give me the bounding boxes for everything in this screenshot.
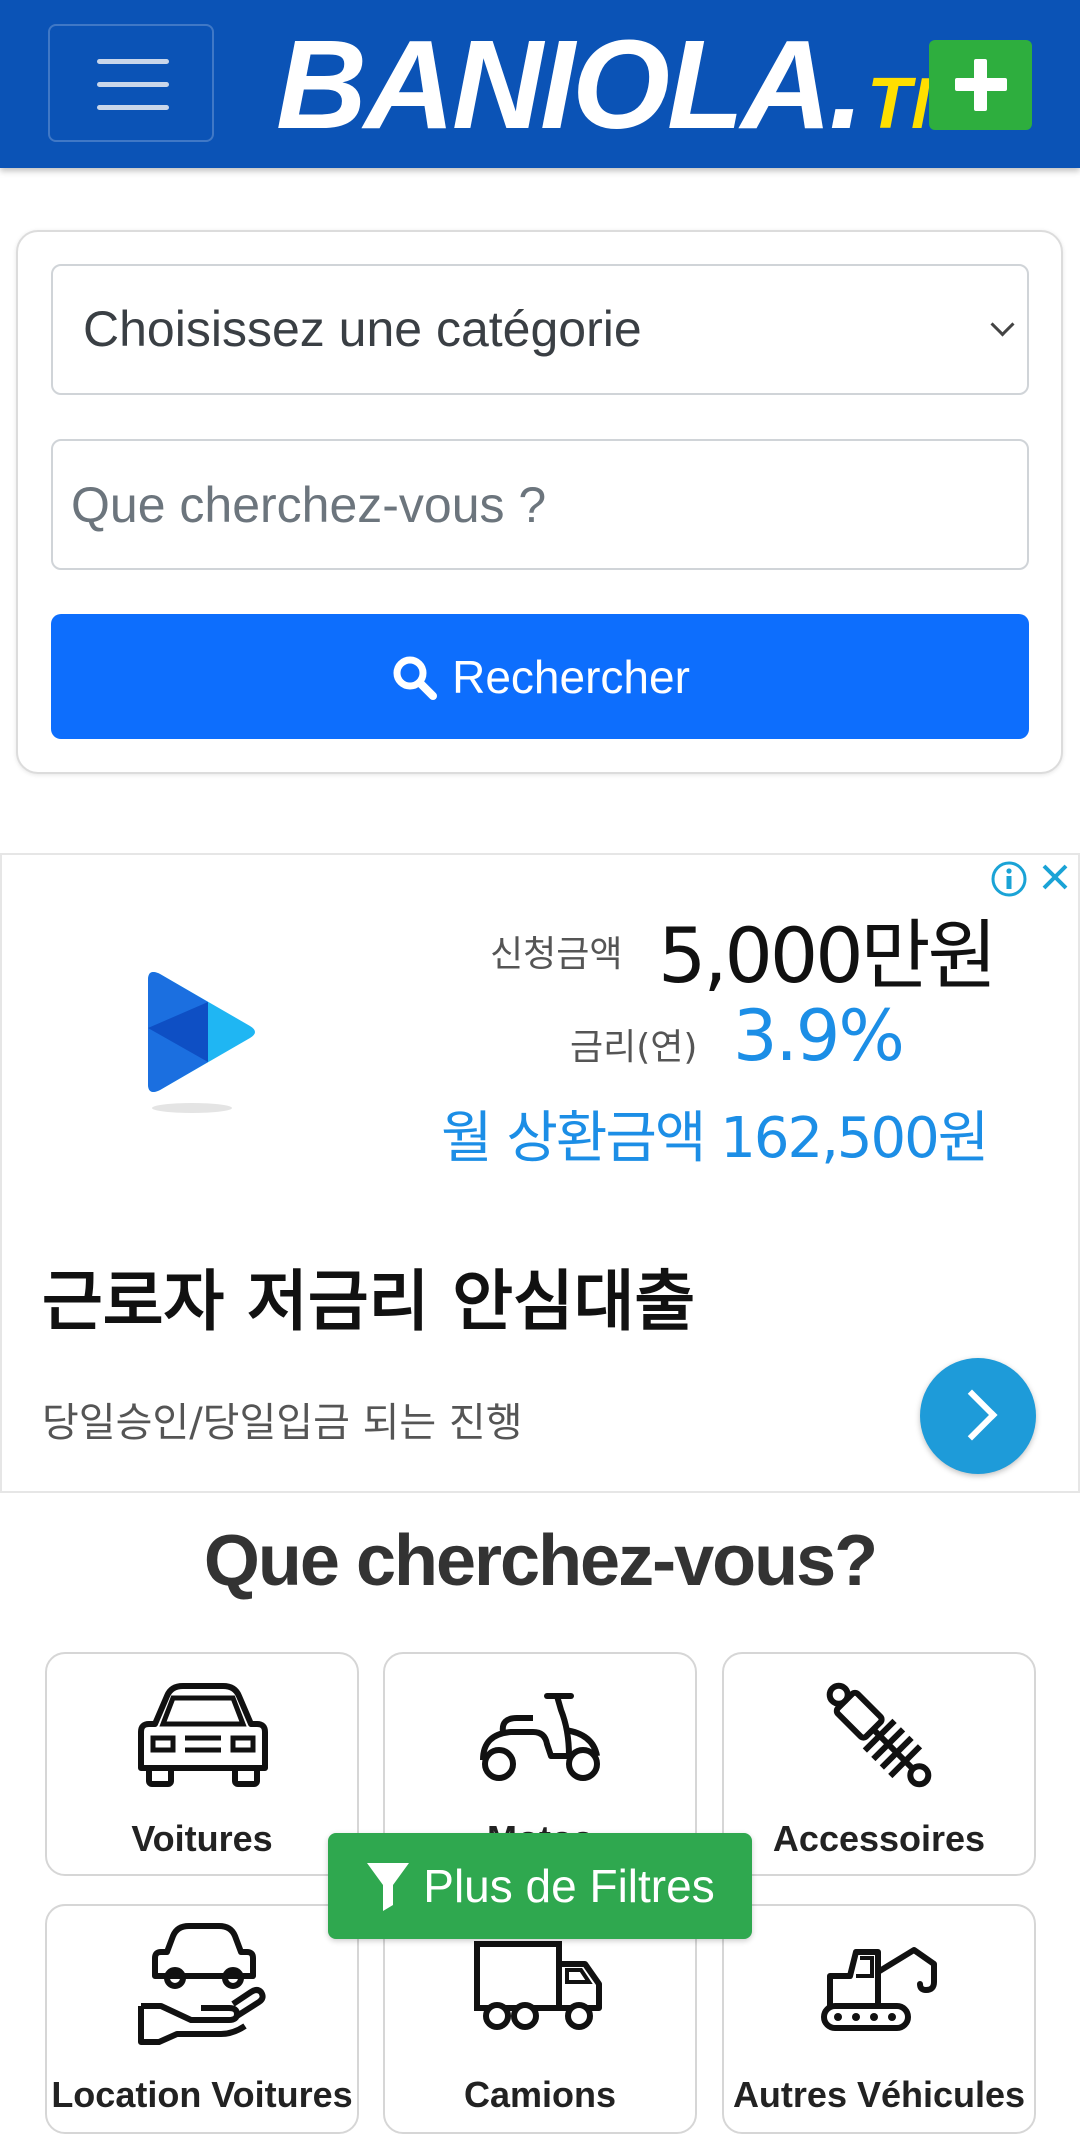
truck-icon	[474, 1941, 602, 2030]
section-title: Que cherchez-vous?	[203, 1521, 878, 1601]
ad-close-icon[interactable]	[1038, 860, 1072, 894]
menu-icon-bar	[97, 82, 169, 87]
ad-open-button[interactable]	[920, 1358, 1036, 1474]
category-label: Accessoires	[772, 1818, 986, 1859]
category-tile-autres-vehicules[interactable]: Autres Véhicules	[722, 1904, 1036, 2134]
chevron-down-icon	[990, 312, 1015, 337]
ad-rate-label: 금리(연)	[570, 1027, 698, 1068]
category-label: Camions	[463, 2074, 617, 2115]
ad-headline: 근로자 저금리 안심대출	[42, 1263, 696, 1340]
category-label: Voitures	[131, 1818, 273, 1859]
menu-icon	[97, 59, 169, 64]
more-filters-label: Plus de Filtres	[423, 1860, 715, 1912]
category-select-value: Choisissez une catégorie	[83, 301, 642, 357]
shock-absorber-icon	[826, 1682, 932, 1788]
category-tile-location-voitures[interactable]: Location Voitures	[45, 1904, 359, 2134]
search-input[interactable]	[51, 439, 1029, 570]
more-filters-button[interactable]: Plus de Filtres	[328, 1833, 752, 1939]
ad-amount-label: 신청금액	[490, 934, 623, 975]
ad-brand-logo-icon	[148, 972, 255, 1113]
add-listing-button[interactable]	[929, 40, 1032, 130]
category-select[interactable]: Choisissez une catégorie	[51, 264, 1029, 395]
ad-rate-value: 3.9%	[733, 995, 905, 1077]
car-icon	[138, 1683, 268, 1787]
category-label: Autres Véhicules	[732, 2074, 1026, 2115]
search-button[interactable]: Rechercher	[51, 614, 1029, 739]
category-tile-voitures[interactable]: Voitures	[45, 1652, 359, 1876]
menu-icon-bar	[97, 105, 169, 110]
ad-monthly-payment: 월 상환금액 162,500원	[441, 1106, 989, 1171]
ad-subtext: 당일승인/당일입금 되는 진행	[42, 1400, 523, 1446]
category-tile-accessoires[interactable]: Accessoires	[722, 1652, 1036, 1876]
ad-info-icon[interactable]	[990, 860, 1028, 898]
excavator-icon	[821, 1947, 937, 2031]
top-navbar: BANIOLA.TN	[0, 0, 1080, 168]
logo-main-text: BANIOLA.	[276, 14, 864, 155]
scooter-icon	[480, 1693, 600, 1781]
filter-icon	[367, 1863, 410, 1911]
chevron-right-icon	[946, 1389, 998, 1441]
plus-icon-bar	[955, 78, 1007, 91]
site-logo[interactable]: BANIOLA.TN	[276, 20, 963, 150]
car-rental-icon	[138, 1923, 266, 2045]
ad-amount-value: 5,000만원	[658, 911, 997, 1000]
hamburger-menu-button[interactable]	[48, 24, 214, 142]
category-label: Location Voitures	[51, 2074, 353, 2115]
search-button-label: Rechercher	[452, 650, 690, 703]
search-icon	[393, 656, 438, 700]
